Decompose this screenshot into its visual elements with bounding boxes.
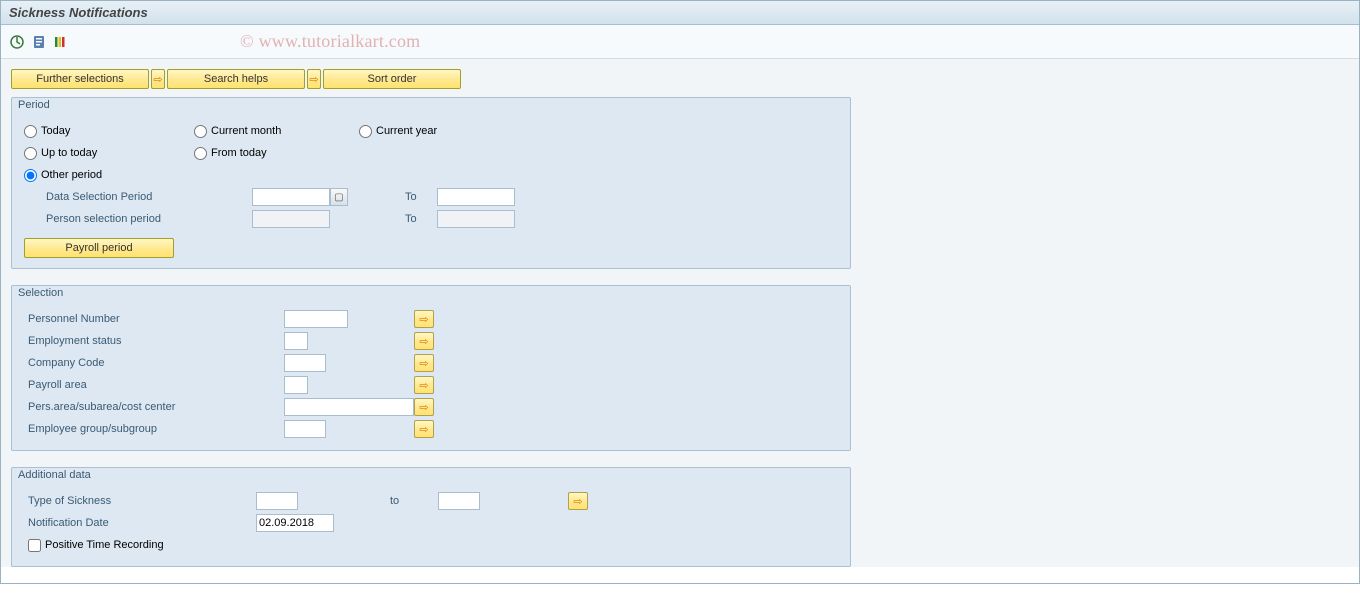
search-helps-arrow[interactable]: ⇨ [151,69,165,89]
notification-date-input[interactable] [256,514,334,532]
content-area: Further selections ⇨ Search helps ⇨ Sort… [1,59,1359,567]
selection-buttons: Further selections ⇨ Search helps ⇨ Sort… [11,69,1349,89]
label-person-selection: Person selection period [24,213,252,225]
arrow-right-icon: ⇨ [419,335,428,348]
additional-group-label: Additional data [12,467,850,485]
selection-group: Selection Personnel Number ⇨ Employment … [11,285,851,451]
label-employee-group: Employee group/subgroup [24,423,284,435]
radio-current-year[interactable] [359,125,372,138]
arrow-right-icon: ⇨ [573,495,582,508]
radio-other-period[interactable] [24,169,37,182]
label-other-period: Other period [41,169,102,181]
arrow-right-icon: ⇨ [153,73,162,86]
app-toolbar: © www.tutorialkart.com [1,25,1359,59]
arrow-right-icon: ⇨ [419,313,428,326]
label-current-year: Current year [376,125,437,137]
multi-select-button[interactable]: ⇨ [414,310,434,328]
multi-select-button[interactable]: ⇨ [568,492,588,510]
selection-group-label: Selection [12,285,850,303]
execute-icon[interactable] [9,34,25,50]
employment-status-input[interactable] [284,332,308,350]
label-data-selection: Data Selection Period [24,191,252,203]
multi-select-button[interactable]: ⇨ [414,398,434,416]
columns-icon[interactable] [53,34,69,50]
label-pers-area: Pers.area/subarea/cost center [24,401,284,413]
label-payroll-area: Payroll area [24,379,284,391]
radio-current-month[interactable] [194,125,207,138]
multi-select-button[interactable]: ⇨ [414,376,434,394]
data-selection-from[interactable] [252,188,330,206]
period-group: Period Today Current month Current year … [11,97,851,269]
titlebar: Sickness Notifications [1,1,1359,25]
further-selections-button[interactable]: Further selections [11,69,149,89]
multi-select-button[interactable]: ⇨ [414,420,434,438]
label-today: Today [41,125,70,137]
label-up-to-today: Up to today [41,147,97,159]
additional-data-group: Additional data Type of Sickness to ⇨ No… [11,467,851,567]
date-picker-icon[interactable]: ▢ [330,188,348,206]
search-helps-button[interactable]: Search helps [167,69,305,89]
watermark: © www.tutorialkart.com [240,31,420,52]
multi-select-button[interactable]: ⇨ [414,354,434,372]
arrow-right-icon: ⇨ [309,73,318,86]
sort-order-button[interactable]: Sort order [323,69,461,89]
label-to: To [403,191,437,203]
radio-up-to-today[interactable] [24,147,37,160]
page-title: Sickness Notifications [9,5,148,20]
arrow-right-icon: ⇨ [419,423,428,436]
company-code-input[interactable] [284,354,326,372]
multi-select-button[interactable]: ⇨ [414,332,434,350]
employee-group-input[interactable] [284,420,326,438]
radio-from-today[interactable] [194,147,207,160]
person-selection-from[interactable] [252,210,330,228]
label-notification-date: Notification Date [24,517,256,529]
label-type-of-sickness: Type of Sickness [24,495,256,507]
payroll-period-button[interactable]: Payroll period [24,238,174,258]
window: Sickness Notifications © www.tutorialkar… [0,0,1360,584]
label-current-month: Current month [211,125,281,137]
label-employment-status: Employment status [24,335,284,347]
pers-area-input[interactable] [284,398,414,416]
radio-today[interactable] [24,125,37,138]
arrow-right-icon: ⇨ [419,357,428,370]
period-group-label: Period [12,97,850,115]
label-from-today: From today [211,147,267,159]
type-of-sickness-to[interactable] [438,492,480,510]
data-selection-to[interactable] [437,188,515,206]
label-company-code: Company Code [24,357,284,369]
arrow-right-icon: ⇨ [419,379,428,392]
label-to-lower: to [388,495,438,507]
positive-time-recording-checkbox[interactable] [28,539,41,552]
type-of-sickness-from[interactable] [256,492,298,510]
label-to: To [403,213,437,225]
label-positive-time-recording: Positive Time Recording [45,539,164,551]
person-selection-to[interactable] [437,210,515,228]
sort-order-arrow[interactable]: ⇨ [307,69,321,89]
arrow-right-icon: ⇨ [419,401,428,414]
payroll-area-input[interactable] [284,376,308,394]
personnel-number-input[interactable] [284,310,348,328]
label-personnel-number: Personnel Number [24,313,284,325]
variant-icon[interactable] [31,34,47,50]
